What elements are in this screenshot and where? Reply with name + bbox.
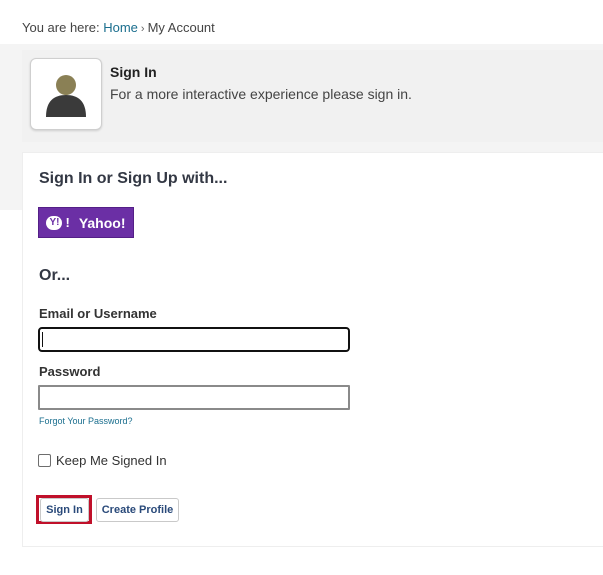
text-caret <box>42 332 43 347</box>
yahoo-signin-button[interactable]: Y!! Yahoo! <box>38 207 134 238</box>
breadcrumb-home-link[interactable]: Home <box>103 20 138 35</box>
avatar <box>30 58 102 130</box>
email-label: Email or Username <box>39 306 157 321</box>
or-divider-text: Or... <box>39 267 71 284</box>
user-silhouette-icon <box>46 75 86 117</box>
keep-signed-in-checkbox[interactable] <box>38 454 51 467</box>
yahoo-exclamation-icon: ! <box>65 215 70 230</box>
create-profile-button[interactable]: Create Profile <box>96 498 179 522</box>
banner-title: Sign In <box>110 64 157 80</box>
keep-signed-in-label[interactable]: Keep Me Signed In <box>56 453 167 468</box>
signin-card: Sign In or Sign Up with... Y!! Yahoo! Or.… <box>22 152 603 547</box>
yahoo-button-label: Yahoo! <box>78 214 126 231</box>
email-field[interactable] <box>38 327 350 352</box>
breadcrumb-current: My Account <box>147 20 215 35</box>
password-field[interactable] <box>38 385 350 410</box>
breadcrumb: You are here: Home › My Account <box>22 20 215 35</box>
forgot-password-link[interactable]: Forgot Your Password? <box>39 416 133 426</box>
password-label: Password <box>39 364 101 379</box>
signin-button[interactable]: Sign In <box>40 498 89 522</box>
breadcrumb-separator: › <box>140 23 145 35</box>
signin-heading: Sign In or Sign Up with... <box>39 170 228 187</box>
breadcrumb-prefix: You are here: <box>22 20 100 35</box>
signin-banner: Sign In For a more interactive experienc… <box>22 50 603 142</box>
banner-subtitle: For a more interactive experience please… <box>110 86 412 102</box>
yahoo-logo-icon: Y! <box>46 215 63 230</box>
keep-signed-in-row[interactable]: Keep Me Signed In <box>38 453 167 468</box>
